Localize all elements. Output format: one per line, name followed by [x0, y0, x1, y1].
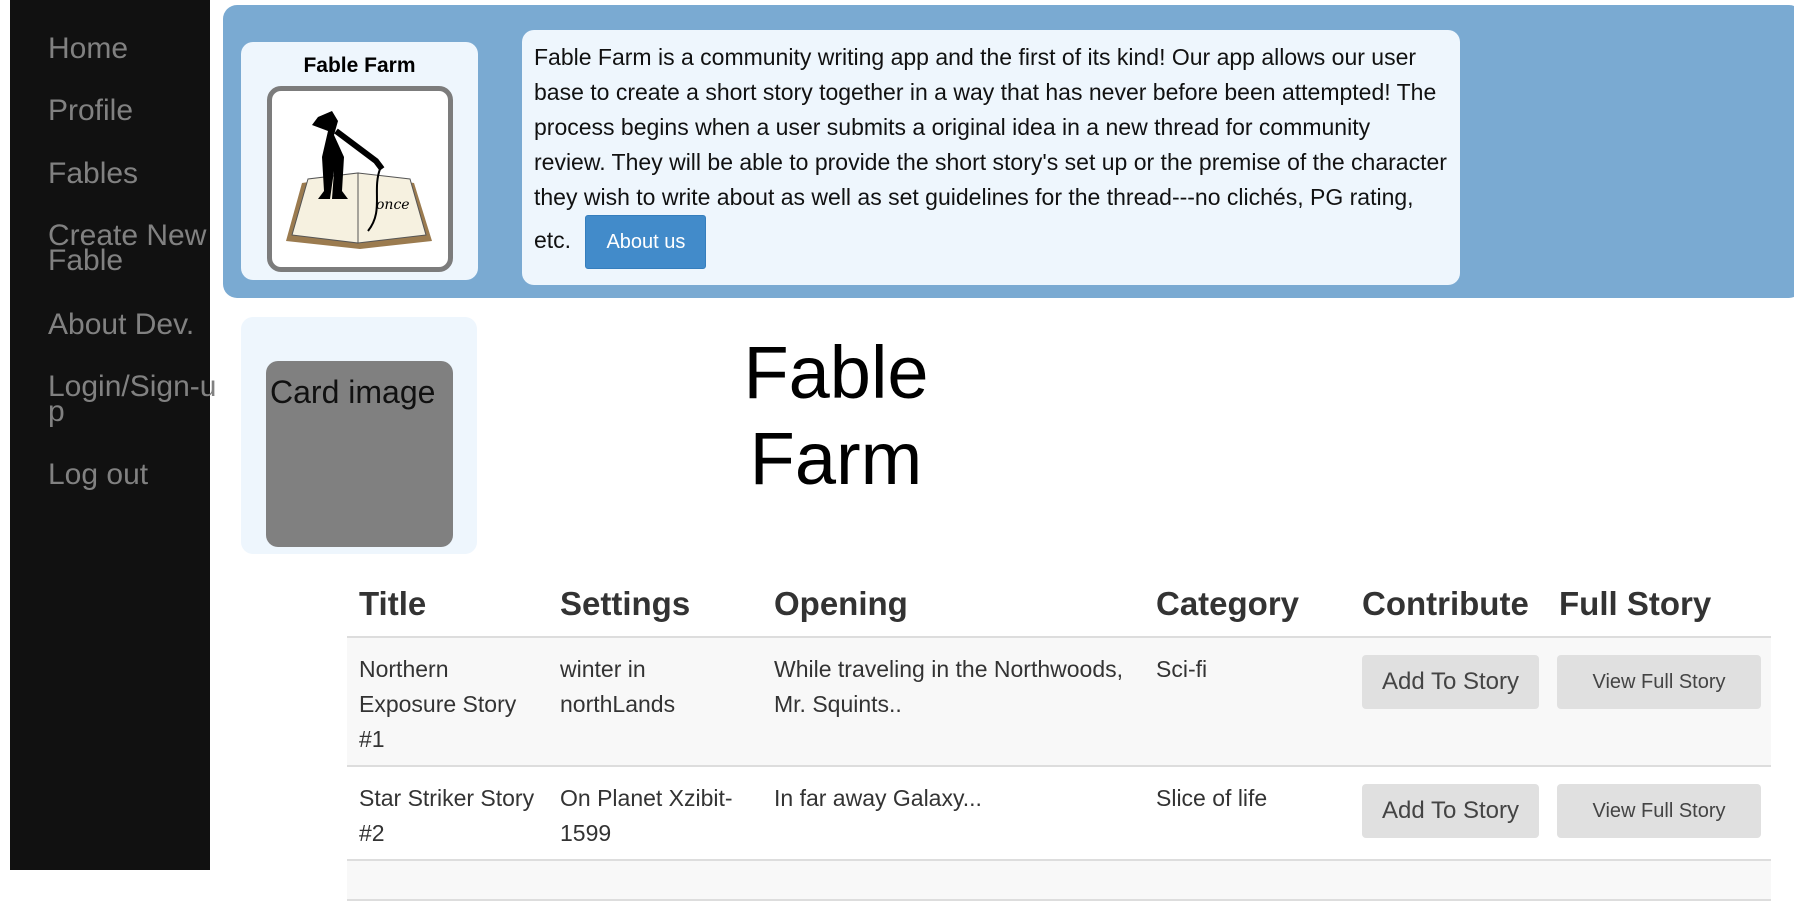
cell-title: Northern Exposure Story #1: [347, 637, 548, 767]
cell-category: Sci-fi: [1144, 637, 1350, 767]
logo-card: Fable Farm once: [241, 42, 478, 280]
col-category: Category: [1144, 572, 1350, 638]
sidebar: Home Profile Fables Create New Fable Abo…: [10, 0, 216, 870]
table-row: Star Striker Story #2 On Planet Xzibit-1…: [347, 766, 1771, 861]
col-full-story: Full Story: [1547, 572, 1771, 638]
logo-image: once: [267, 86, 453, 272]
logo-text: once: [376, 197, 410, 213]
table-header-row: Title Settings Opening Category Contribu…: [347, 572, 1771, 638]
nav-fables[interactable]: Fables: [48, 159, 218, 189]
col-opening: Opening: [762, 572, 1144, 638]
view-full-story-button[interactable]: View Full Story: [1557, 784, 1761, 838]
card-image-broken: Card image: [266, 361, 453, 547]
cell-settings: winter in northLands: [548, 637, 762, 767]
view-full-story-button[interactable]: View Full Story: [1557, 655, 1761, 709]
cell-opening: While traveling in the Northwoods, Mr. S…: [762, 637, 1144, 767]
cell-title: Star Striker Story #2: [347, 766, 548, 861]
app-description: Fable Farm is a community writing app an…: [522, 30, 1460, 285]
nav-login-signup[interactable]: Login/Sign-up: [48, 372, 218, 427]
col-settings: Settings: [548, 572, 762, 638]
nav-profile[interactable]: Profile: [48, 96, 218, 126]
cell-opening: In far away Galaxy...: [762, 766, 1144, 861]
nav-about-dev[interactable]: About Dev.: [48, 310, 218, 340]
table-row: [347, 860, 1771, 901]
add-to-story-button[interactable]: Add To Story: [1362, 655, 1539, 709]
col-contribute: Contribute: [1350, 572, 1547, 638]
col-title: Title: [347, 572, 548, 638]
page-title: Fable Farm: [743, 331, 929, 500]
add-to-story-button[interactable]: Add To Story: [1362, 784, 1539, 838]
nav-logout[interactable]: Log out: [48, 460, 218, 490]
fables-table: Title Settings Opening Category Contribu…: [347, 572, 1771, 901]
logo-title: Fable Farm: [303, 54, 416, 77]
cell-settings: On Planet Xzibit-1599: [548, 766, 762, 861]
about-us-button[interactable]: About us: [585, 215, 707, 269]
card-image-alt: Card image: [270, 374, 436, 410]
table-row: Northern Exposure Story #1 winter in nor…: [347, 637, 1771, 767]
nav-home[interactable]: Home: [48, 34, 218, 64]
card: Card image: [241, 317, 477, 554]
cell-category: Slice of life: [1144, 766, 1350, 861]
nav-create-new-fable[interactable]: Create New Fable: [48, 221, 218, 276]
